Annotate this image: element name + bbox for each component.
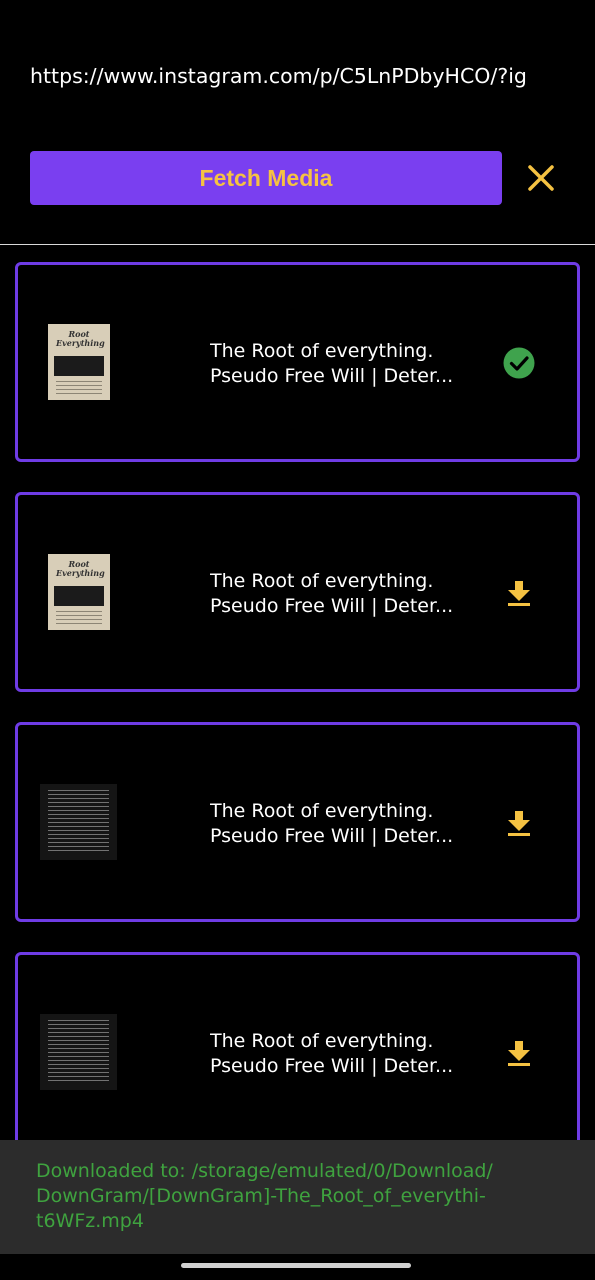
media-title-line1: The Root of everything. xyxy=(210,800,434,822)
download-toast: Downloaded to: /storage/emulated/0/Downl… xyxy=(0,1140,595,1254)
download-icon[interactable] xyxy=(502,806,536,840)
thumbnail-text-lines xyxy=(56,381,102,395)
download-icon[interactable] xyxy=(502,1036,536,1070)
thumbnail-text-lines xyxy=(56,611,102,625)
thumbnail-title: Root Everything xyxy=(56,559,105,578)
media-title: The Root of everything. Pseudo Free Will… xyxy=(210,799,475,849)
thumbnail-text-lines xyxy=(48,790,109,854)
media-title: The Root of everything. Pseudo Free Will… xyxy=(210,569,475,619)
toast-line2: DownGram/[DownGram]-The_Root_of_everythi… xyxy=(36,1185,486,1207)
media-item[interactable]: Root Everything The Root of everything. … xyxy=(15,262,580,462)
media-title-line2: Pseudo Free Will | Deter... xyxy=(210,365,454,387)
media-title-line1: The Root of everything. xyxy=(210,1030,434,1052)
media-thumbnail xyxy=(40,784,117,860)
close-icon[interactable] xyxy=(523,160,559,196)
media-title: The Root of everything. Pseudo Free Will… xyxy=(210,339,475,389)
fetch-media-label: Fetch Media xyxy=(199,164,333,191)
media-item[interactable]: The Root of everything. Pseudo Free Will… xyxy=(15,952,580,1152)
media-title-line1: The Root of everything. xyxy=(210,570,434,592)
home-indicator[interactable] xyxy=(181,1263,411,1268)
fetch-media-button[interactable]: Fetch Media xyxy=(30,151,502,205)
media-title-line1: The Root of everything. xyxy=(210,340,434,362)
media-list: Root Everything The Root of everything. … xyxy=(15,262,580,1182)
thumbnail-band xyxy=(54,356,104,376)
media-thumbnail: Root Everything xyxy=(48,554,110,630)
media-title: The Root of everything. Pseudo Free Will… xyxy=(210,1029,475,1079)
media-item[interactable]: Root Everything The Root of everything. … xyxy=(15,492,580,692)
thumbnail-title: Root Everything xyxy=(56,329,105,348)
thumbnail-text-lines xyxy=(48,1020,109,1084)
media-thumbnail xyxy=(40,1014,117,1090)
media-thumbnail: Root Everything xyxy=(48,324,110,400)
thumbnail-band xyxy=(54,586,104,606)
media-item[interactable]: The Root of everything. Pseudo Free Will… xyxy=(15,722,580,922)
media-title-line2: Pseudo Free Will | Deter... xyxy=(210,595,454,617)
url-input[interactable]: https://www.instagram.com/p/C5LnPDbyHCO/… xyxy=(30,58,575,94)
header-divider xyxy=(0,244,595,245)
toast-line1: Downloaded to: /storage/emulated/0/Downl… xyxy=(36,1160,493,1182)
media-title-line2: Pseudo Free Will | Deter... xyxy=(210,825,454,847)
check-circle-icon xyxy=(502,346,536,380)
download-icon[interactable] xyxy=(502,576,536,610)
toast-line3: t6WFz.mp4 xyxy=(36,1210,144,1232)
media-title-line2: Pseudo Free Will | Deter... xyxy=(210,1055,454,1077)
